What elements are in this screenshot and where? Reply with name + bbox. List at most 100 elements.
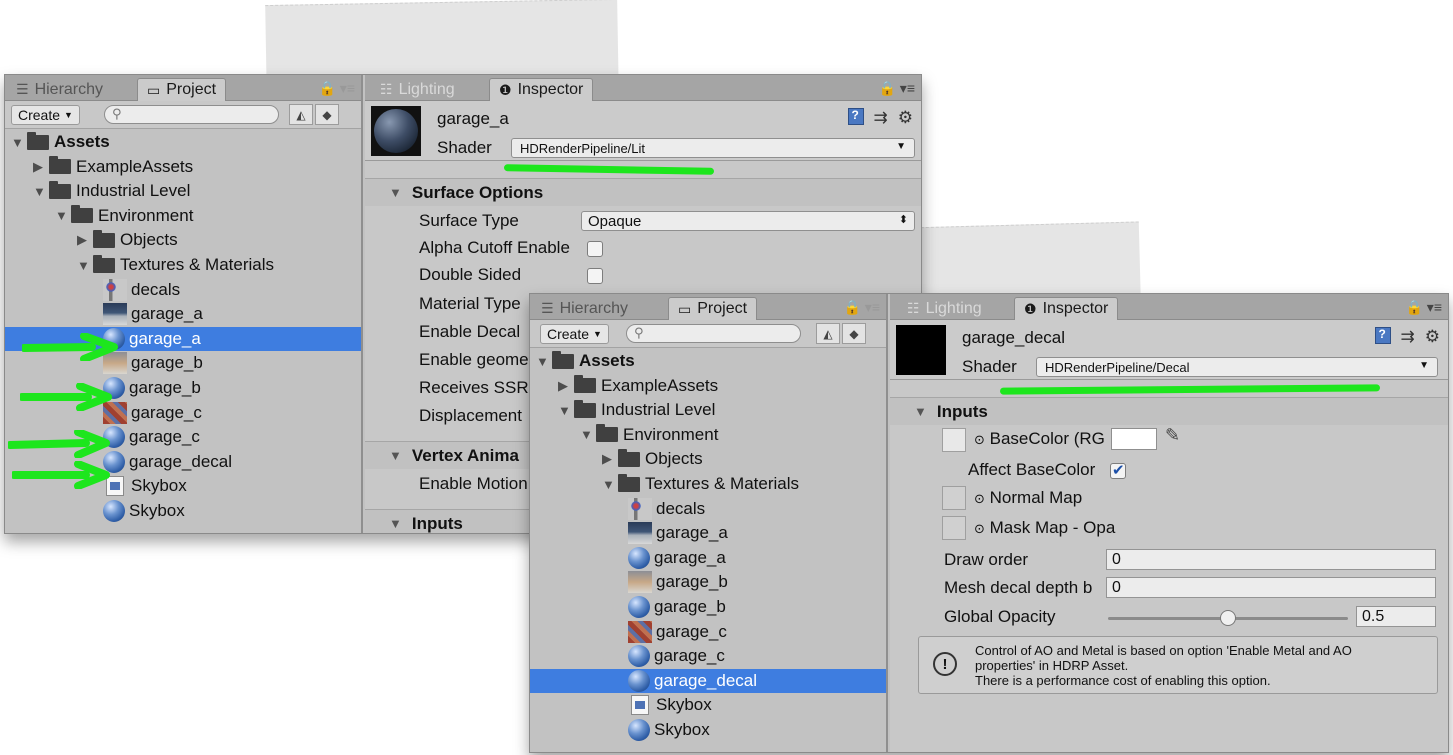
eyedropper-icon[interactable]: ✎ — [1165, 425, 1180, 446]
inputs-header[interactable]: ▼ Inputs — [890, 397, 1448, 425]
shader-dropdown[interactable]: HDRenderPipeline/Decal ▼ — [1036, 357, 1438, 377]
collapse-arrow-icon[interactable]: ▶ — [558, 378, 574, 394]
shader-dropdown[interactable]: HDRenderPipeline/Lit ▼ — [511, 138, 915, 158]
expand-arrow-icon[interactable]: ▼ — [602, 477, 618, 492]
tree-row[interactable]: ▼ Industrial Level — [530, 398, 886, 422]
tree-row[interactable]: ▼ Environment — [530, 423, 886, 447]
preset-icon[interactable]: ⇉ — [1401, 327, 1415, 347]
expand-arrow-icon[interactable]: ▼ — [33, 184, 49, 199]
draw-order-field[interactable]: 0 — [1106, 549, 1436, 570]
tree-row[interactable]: decals — [5, 278, 361, 302]
folder-icon — [93, 254, 115, 273]
help-book-icon[interactable] — [1374, 327, 1391, 344]
affect-base-color-checkbox[interactable] — [1110, 461, 1126, 479]
filter-type-icon[interactable]: ◭ — [289, 104, 313, 125]
base-color-swatch[interactable] — [1111, 428, 1157, 450]
green-arrow-garage-a — [22, 333, 118, 361]
mesh-decal-depth-field[interactable]: 0 — [1106, 577, 1436, 598]
foldout-arrow-icon: ▼ — [389, 185, 402, 200]
collapse-arrow-icon[interactable]: ▶ — [602, 451, 618, 467]
normal-map-texture-slot[interactable] — [942, 486, 966, 510]
tree-row[interactable]: ▶ Objects — [5, 228, 361, 252]
tree-row[interactable]: ▼ Assets — [5, 130, 361, 154]
expand-arrow-icon[interactable]: ▼ — [536, 354, 552, 369]
gear-icon[interactable]: ⚙ — [1425, 327, 1440, 347]
target-icon: ⊙ — [974, 521, 985, 536]
tree-row[interactable]: Skybox — [5, 499, 361, 523]
tree-row[interactable]: Skybox — [530, 693, 886, 717]
search-input[interactable]: ⚲ — [626, 324, 801, 343]
tree-row[interactable]: garage_a — [5, 302, 361, 326]
alpha-cutoff-checkbox[interactable] — [587, 241, 603, 257]
texture-icon — [628, 497, 652, 520]
tree-row[interactable]: ▼ Textures & Materials — [5, 253, 361, 277]
tree-row[interactable]: ▼ Textures & Materials — [530, 472, 886, 496]
folder-icon — [596, 424, 618, 443]
header-icons: ⇉⚙ — [847, 108, 913, 128]
filter-type-icon[interactable]: ◭ — [816, 323, 840, 344]
target-icon: ⊙ — [974, 432, 985, 447]
material-name: garage_a — [437, 109, 509, 128]
tab-inspector[interactable]: ❶ Inspector — [489, 78, 594, 101]
inspector-pane: ☷ Lighting ❶ Inspector 🔒 ▾≡ garage_decal S… — [890, 294, 1448, 752]
expand-arrow-icon[interactable]: ▼ — [77, 258, 93, 273]
expand-arrow-icon[interactable]: ▼ — [11, 135, 27, 150]
label-tag-icon[interactable]: ◆ — [315, 104, 339, 125]
texture-icon — [628, 522, 652, 545]
tree-row[interactable]: ▼ Environment — [5, 204, 361, 228]
tree-row[interactable]: garage_decal — [530, 668, 886, 693]
search-input[interactable]: ⚲ — [104, 105, 279, 124]
base-color-texture-slot[interactable] — [942, 428, 966, 452]
tab-lighting[interactable]: ☷ Lighting — [898, 297, 991, 320]
tab-inspector[interactable]: ❶ Inspector — [1014, 297, 1119, 320]
expand-arrow-icon[interactable]: ▼ — [580, 427, 596, 442]
tree-row[interactable]: garage_a — [530, 546, 886, 570]
tab-project[interactable]: ▭ Project — [668, 297, 758, 320]
tree-row[interactable]: decals — [530, 497, 886, 521]
tree-row[interactable]: garage_c — [530, 644, 886, 668]
inspector-tabbar: ☷ Lighting ❶ Inspector 🔒 ▾≡ — [365, 75, 921, 101]
tree-row[interactable]: ▼ Industrial Level — [5, 179, 361, 203]
tab-hierarchy[interactable]: ☰ Hierarchy — [532, 297, 637, 320]
label-tag-icon[interactable]: ◆ — [842, 323, 866, 344]
lock-menu-icon[interactable]: 🔒 ▾≡ — [1405, 299, 1442, 316]
tab-project[interactable]: ▭ Project — [137, 78, 227, 101]
collapse-arrow-icon[interactable]: ▶ — [33, 159, 49, 175]
tree-row[interactable]: garage_c — [530, 620, 886, 644]
expand-arrow-icon[interactable]: ▼ — [558, 403, 574, 418]
surface-type-dropdown[interactable]: Opaque ⬍ — [581, 211, 915, 231]
lock-menu-icon[interactable]: 🔒 ▾≡ — [878, 80, 915, 97]
hierarchy-icon: ☰ — [16, 81, 29, 97]
global-opacity-slider-thumb[interactable] — [1220, 610, 1236, 626]
global-opacity-field[interactable]: 0.5 — [1356, 606, 1436, 627]
double-sided-checkbox[interactable] — [587, 268, 603, 284]
tree-row-label: Objects — [645, 449, 703, 469]
folder-icon — [27, 131, 49, 150]
create-button[interactable]: Create ▼ — [540, 324, 609, 344]
tab-lighting[interactable]: ☷ Lighting — [371, 78, 464, 101]
lock-menu-icon[interactable]: 🔒 ▾≡ — [843, 299, 880, 316]
tree-row-label: garage_b — [129, 378, 201, 397]
gear-icon[interactable]: ⚙ — [898, 108, 913, 128]
expand-arrow-icon[interactable]: ▼ — [55, 208, 71, 223]
tree-row[interactable]: garage_a — [530, 521, 886, 545]
tree-row[interactable]: ▶ Objects — [530, 447, 886, 471]
mask-map-texture-slot[interactable] — [942, 516, 966, 540]
help-book-icon[interactable] — [847, 108, 864, 125]
surface-options-header[interactable]: ▼ Surface Options — [365, 178, 921, 206]
tree-row[interactable]: Skybox — [530, 718, 886, 742]
tree-row[interactable]: ▼ Assets — [530, 349, 886, 373]
create-button[interactable]: Create ▼ — [11, 105, 80, 125]
collapse-arrow-icon[interactable]: ▶ — [77, 232, 93, 248]
preset-icon[interactable]: ⇉ — [874, 108, 888, 128]
search-icon: ⚲ — [634, 325, 644, 340]
folder-tab-icon: ▭ — [147, 81, 161, 98]
tree-row-label: Objects — [120, 230, 178, 250]
tab-hierarchy[interactable]: ☰ Hierarchy — [7, 78, 112, 101]
lock-menu-icon[interactable]: 🔒 ▾≡ — [318, 80, 355, 97]
tree-row[interactable]: ▶ ExampleAssets — [5, 155, 361, 179]
tree-row[interactable]: garage_b — [530, 570, 886, 594]
material-icon — [628, 669, 650, 692]
tree-row[interactable]: ▶ ExampleAssets — [530, 374, 886, 398]
tree-row[interactable]: garage_b — [530, 595, 886, 619]
